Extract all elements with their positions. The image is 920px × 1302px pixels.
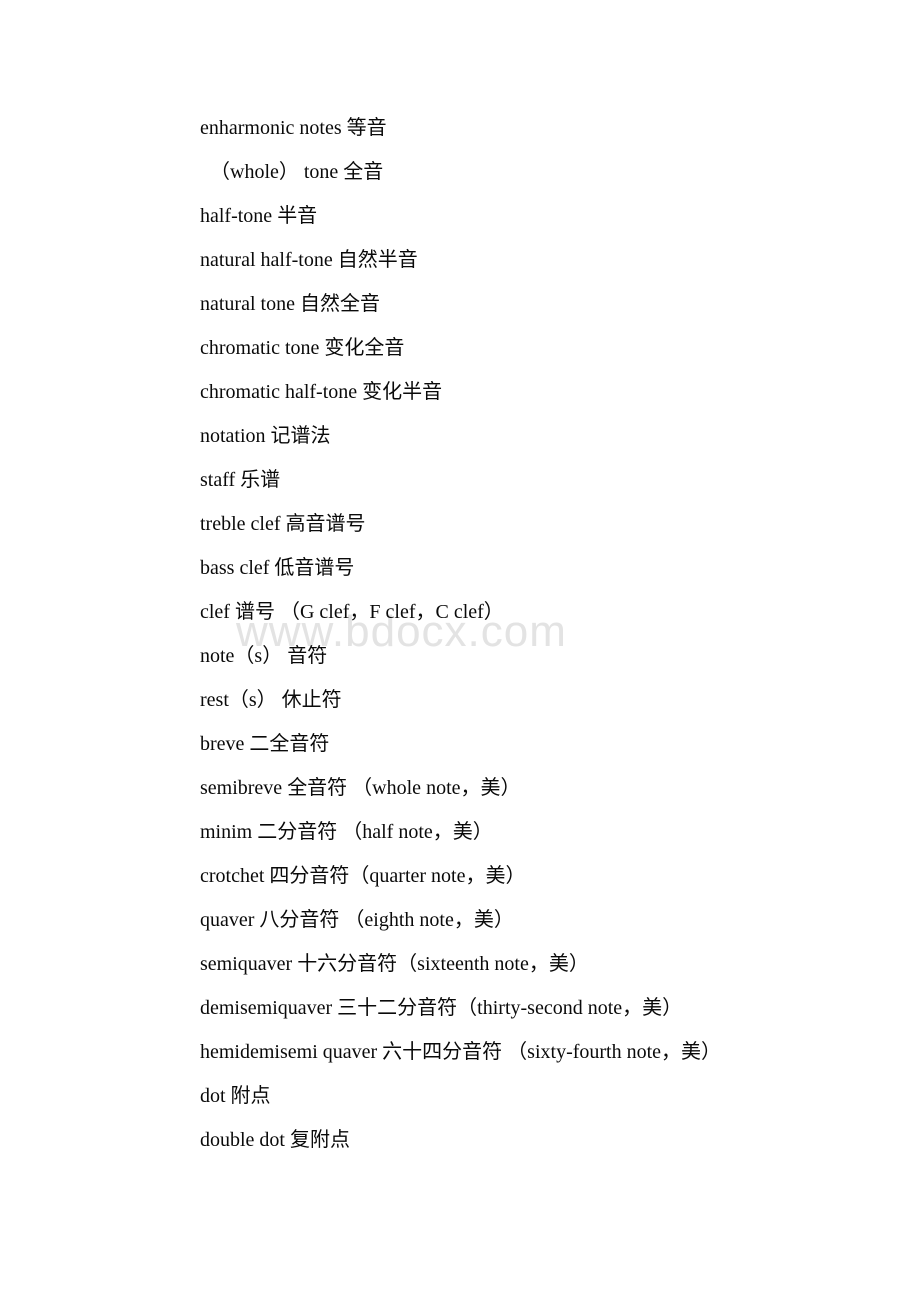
glossary-entry: hemidemisemi quaver 六十四分音符 （sixty-fourth… xyxy=(200,1041,722,1063)
glossary-entry: chromatic half-tone 变化半音 xyxy=(200,381,443,403)
glossary-entry: breve 二全音符 xyxy=(200,733,330,755)
glossary-entry: chromatic tone 变化全音 xyxy=(200,337,405,359)
glossary-entry: quaver 八分音符 （eighth note，美） xyxy=(200,909,514,931)
glossary-entry: bass clef 低音谱号 xyxy=(200,557,355,579)
glossary-entry: demisemiquaver 三十二分音符（thirty-second note… xyxy=(200,997,683,1019)
glossary-entry: minim 二分音符 （half note，美） xyxy=(200,821,493,843)
glossary-entry: note（s） 音符 xyxy=(200,645,328,667)
glossary-entry: dot 附点 xyxy=(200,1085,271,1107)
document-page: www.bdocx.com enharmonic notes 等音 （whole）… xyxy=(0,0,920,1302)
glossary-entry: double dot 复附点 xyxy=(200,1129,350,1151)
glossary-entry: staff 乐谱 xyxy=(200,469,281,491)
glossary-entry: enharmonic notes 等音 xyxy=(200,117,387,139)
glossary-entry: crotchet 四分音符（quarter note，美） xyxy=(200,865,526,887)
glossary-list: enharmonic notes 等音 （whole） tone 全音 half-t… xyxy=(0,0,920,1162)
glossary-entry: half-tone 半音 xyxy=(200,205,318,227)
glossary-entry: treble clef 高音谱号 xyxy=(200,513,366,535)
glossary-entry: semibreve 全音符 （whole note，美） xyxy=(200,777,521,799)
glossary-entry: （whole） tone 全音 xyxy=(210,161,384,183)
glossary-entry: semiquaver 十六分音符（sixteenth note，美） xyxy=(200,953,589,975)
glossary-entry: notation 记谱法 xyxy=(200,425,331,447)
glossary-entry: natural tone 自然全音 xyxy=(200,293,380,315)
glossary-entry: natural half-tone 自然半音 xyxy=(200,249,418,271)
glossary-entry: clef 谱号 （G clef，F clef，C clef） xyxy=(200,601,504,623)
glossary-entry: rest（s） 休止符 xyxy=(200,689,342,711)
